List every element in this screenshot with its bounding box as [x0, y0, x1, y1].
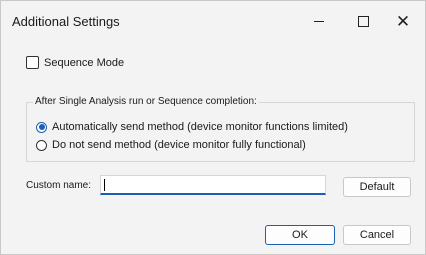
ok-button[interactable]: OK [265, 225, 335, 245]
radio-do-not-send-label: Do not send method (device monitor fully… [52, 139, 306, 151]
cancel-button[interactable]: Cancel [343, 225, 411, 245]
groupbox-label: After Single Analysis run or Sequence co… [33, 96, 259, 107]
maximize-button[interactable] [341, 1, 385, 41]
text-caret [104, 179, 105, 191]
custom-name-label: Custom name: [26, 180, 92, 191]
close-button[interactable]: ✕ [381, 1, 425, 41]
radio-button[interactable] [36, 139, 47, 151]
dialog-window: Additional Settings ✕ Sequence Mode Afte… [0, 0, 426, 255]
window-title: Additional Settings [12, 14, 120, 29]
sequence-mode-checkbox[interactable] [26, 56, 39, 69]
radio-auto-send-label: Automatically send method (device monito… [52, 121, 348, 133]
radio-dot-icon [38, 124, 45, 130]
custom-name-input[interactable] [100, 175, 326, 195]
close-icon: ✕ [395, 11, 411, 31]
default-button[interactable]: Default [343, 177, 411, 197]
minimize-icon [314, 21, 324, 22]
maximize-icon [357, 15, 369, 27]
radio-button-selected[interactable] [36, 121, 47, 133]
sequence-mode-checkbox-row[interactable]: Sequence Mode [26, 56, 124, 69]
radio-do-not-send[interactable]: Do not send method (device monitor fully… [36, 139, 306, 151]
title-bar: Additional Settings ✕ [1, 1, 425, 41]
radio-auto-send[interactable]: Automatically send method (device monito… [36, 121, 348, 133]
minimize-button[interactable] [297, 1, 341, 41]
sequence-mode-label: Sequence Mode [44, 56, 125, 69]
